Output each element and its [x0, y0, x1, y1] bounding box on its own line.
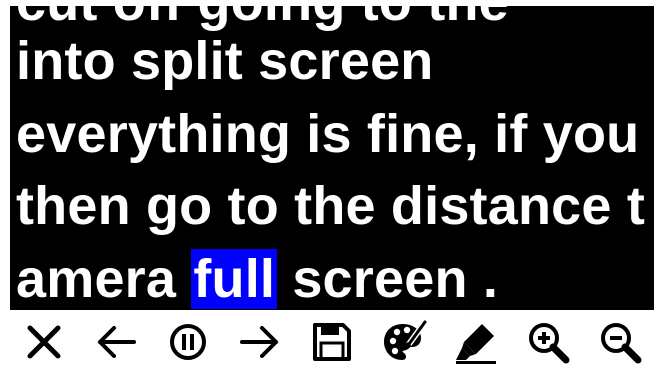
previous-button[interactable] — [90, 318, 142, 366]
reading-view: cut off going to the into split screen e… — [10, 6, 654, 310]
highlighted-word: full — [191, 249, 278, 309]
arrow-left-icon — [98, 326, 136, 358]
text-segment: amera — [16, 249, 192, 309]
save-icon — [313, 323, 351, 361]
text-line: cut off going to the — [16, 6, 509, 32]
text-line: amera full screen . — [16, 249, 498, 309]
zoom-in-button[interactable] — [522, 318, 574, 366]
toolbar — [10, 316, 654, 368]
zoom-out-button[interactable] — [594, 318, 646, 366]
text-line: then go to the distance t — [16, 176, 646, 236]
color-theme-button[interactable] — [378, 318, 430, 366]
zoom-in-icon — [529, 323, 570, 364]
text-line: into split screen — [16, 31, 434, 91]
pause-button[interactable] — [162, 318, 214, 366]
zoom-out-icon — [601, 323, 642, 364]
save-button[interactable] — [306, 318, 358, 366]
text-segment: screen . — [277, 249, 499, 309]
next-button[interactable] — [234, 318, 286, 366]
text-line: everything is fine, if you — [16, 104, 640, 164]
arrow-right-icon — [240, 326, 278, 358]
highlight-button[interactable] — [450, 318, 502, 366]
highlighter-icon — [456, 324, 496, 364]
palette-icon — [384, 320, 427, 360]
close-icon — [27, 325, 61, 359]
close-button[interactable] — [18, 318, 70, 366]
pause-icon — [170, 324, 206, 360]
